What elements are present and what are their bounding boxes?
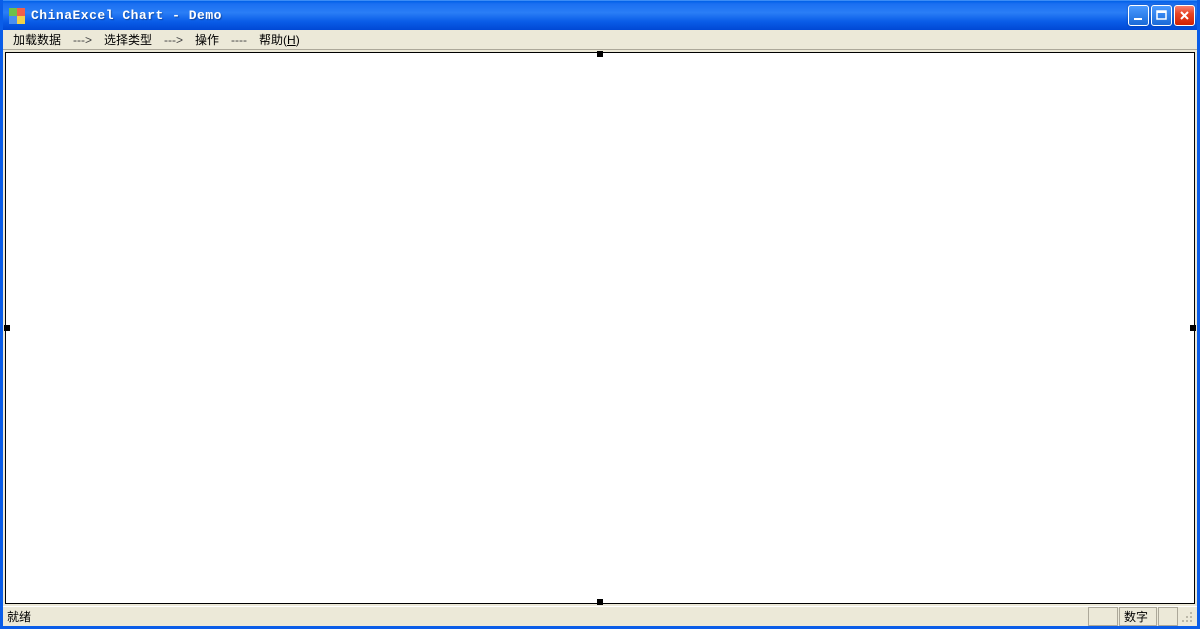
menu-help[interactable]: 帮助(H)	[253, 30, 306, 49]
menu-bar: 加载数据 ---> 选择类型 ---> 操作 ---- 帮助(H)	[3, 30, 1197, 50]
resize-handle-bottom[interactable]	[597, 599, 603, 605]
minimize-button[interactable]	[1128, 5, 1149, 26]
app-window: ChinaExcel Chart - Demo 加载数据 ---> 选择类型 -…	[0, 0, 1200, 629]
menu-select-type[interactable]: 选择类型	[98, 30, 158, 49]
status-pane-scrl	[1158, 607, 1178, 626]
status-pane-caps	[1088, 607, 1118, 626]
status-ready: 就绪	[5, 608, 1088, 625]
menu-operate[interactable]: 操作	[189, 30, 225, 49]
menu-separator: --->	[67, 32, 98, 48]
close-button[interactable]	[1174, 5, 1195, 26]
status-bar: 就绪 数字	[3, 606, 1197, 626]
resize-handle-left[interactable]	[4, 325, 10, 331]
menu-load-data[interactable]: 加载数据	[7, 30, 67, 49]
chart-canvas[interactable]	[5, 52, 1195, 604]
resize-grip-icon[interactable]	[1179, 607, 1195, 626]
app-icon	[9, 8, 25, 24]
title-bar[interactable]: ChinaExcel Chart - Demo	[3, 0, 1197, 30]
resize-handle-top[interactable]	[597, 51, 603, 57]
status-panes: 数字	[1088, 607, 1195, 626]
maximize-button[interactable]	[1151, 5, 1172, 26]
window-title: ChinaExcel Chart - Demo	[31, 8, 1128, 23]
menu-separator: --->	[158, 32, 189, 48]
window-buttons	[1128, 5, 1195, 26]
status-pane-num: 数字	[1119, 607, 1157, 626]
resize-handle-right[interactable]	[1190, 325, 1196, 331]
menu-separator: ----	[225, 32, 253, 48]
